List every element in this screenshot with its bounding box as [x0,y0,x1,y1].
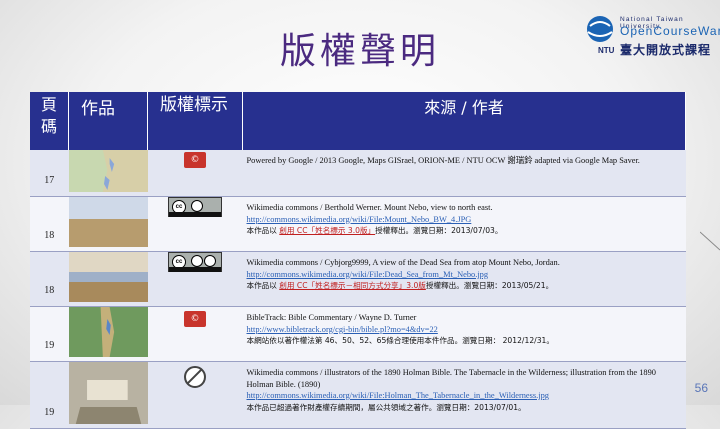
row-work-thumbnail [68,150,148,197]
table-row: 18 cc Wikimedia commons / Cybjorg9999, A… [30,251,686,307]
cc-by-badge-icon: cc [168,197,222,217]
copyright-table: 頁碼 作品 版權標示 來源 / 作者 17 © Powered by Googl… [30,92,686,429]
license-prefix: 本作品以 [246,281,280,290]
cc-by-sa-badge-icon: cc [168,252,222,272]
row-page: 19 [30,306,69,362]
ntu-globe-icon [587,16,613,42]
fair-use-mark-icon: © [184,311,206,327]
row-page: 17 [30,150,69,197]
table-row: 18 cc Wikimedia commons / Berthold Werne… [30,196,686,252]
row-source: Powered by Google / 2013 Google, Maps GI… [242,150,686,197]
row-page: 18 [30,251,69,307]
logo-opencourseware: OpenCourseWare [620,24,720,38]
row-work-thumbnail [68,361,148,429]
ntu-ocw-logo: National Taiwan University OpenCourseWar… [582,14,720,58]
table-row: 19 Wikimedia commons / illustrators of t… [30,361,686,429]
license-text: 本作品已超過著作財產權存續期間，屬公共領域之著作。瀏覽日期：2013/07/01… [246,402,526,412]
source-text: Wikimedia commons / Berthold Werner. Mou… [246,203,493,212]
license-suffix: 授權釋出。瀏覽日期：2013/05/21。 [425,281,554,290]
row-license: cc [147,196,243,252]
source-link[interactable]: http://www.bibletrack.org/cgi-bin/bible.… [247,325,438,334]
source-text: Wikimedia commons / Cybjorg9999, A view … [246,258,560,267]
row-source: Wikimedia commons / Cybjorg9999, A view … [242,251,686,307]
header-work: 作品 [68,92,148,150]
row-source: Wikimedia commons / illustrators of the … [242,361,686,429]
decorative-line [700,231,720,251]
page-number: 56 [694,381,708,395]
row-license: cc [147,251,243,307]
logo-ntu: NTU [598,46,615,55]
table-row: 17 © Powered by Google / 2013 Google, Ma… [30,150,686,197]
source-link[interactable]: http://commons.wikimedia.org/wiki/File:D… [247,270,489,279]
public-domain-mark-icon: © [184,152,206,168]
license-text: 本網站依以著作權法第 46、50、52、65條合理使用本件作品。瀏覽日期： 20… [246,336,554,345]
license-prefix: 本作品以 [246,226,280,235]
table-row: 19 © BibleTrack: Bible Commentary / Wayn… [30,306,686,362]
table-header-row: 頁碼 作品 版權標示 來源 / 作者 [30,92,686,150]
row-work-thumbnail [68,251,148,307]
source-text: BibleTrack: Bible Commentary / Wayne D. … [246,313,417,322]
relief-map-thumbnail-image [68,307,148,357]
row-source: BibleTrack: Bible Commentary / Wayne D. … [242,306,686,362]
source-link[interactable]: http://commons.wikimedia.org/wiki/File:H… [247,391,549,400]
row-page: 18 [30,196,69,252]
landscape-thumbnail-image [68,197,148,247]
map-thumbnail-image [68,150,148,192]
source-link[interactable]: http://commons.wikimedia.org/wiki/File:M… [247,215,472,224]
header-source: 來源 / 作者 [242,92,686,150]
row-source: Wikimedia commons / Berthold Werner. Mou… [242,196,686,252]
logo-chinese: 臺大開放式課程 [620,43,712,57]
header-page: 頁碼 [30,92,69,150]
license-link[interactable]: 創用 CC「姓名標示 3.0版」 [279,226,375,235]
license-suffix: 授權釋出。瀏覽日期：2013/07/03。 [375,226,503,235]
tabernacle-thumbnail-image [68,362,148,424]
row-license [147,361,243,429]
no-copyright-icon [184,366,206,388]
source-text: Powered by Google / 2013 Google, Maps GI… [246,156,640,165]
source-text: Wikimedia commons / illustrators of the … [246,368,657,389]
row-page: 19 [30,361,69,429]
row-work-thumbnail [68,196,148,252]
row-license: © [147,150,243,197]
row-license: © [147,306,243,362]
row-work-thumbnail [68,306,148,362]
dead-sea-thumbnail-image [68,252,148,302]
header-license: 版權標示 [147,92,243,150]
license-link[interactable]: 創用 CC「姓名標示－相同方式分享」3.0版 [279,281,426,290]
